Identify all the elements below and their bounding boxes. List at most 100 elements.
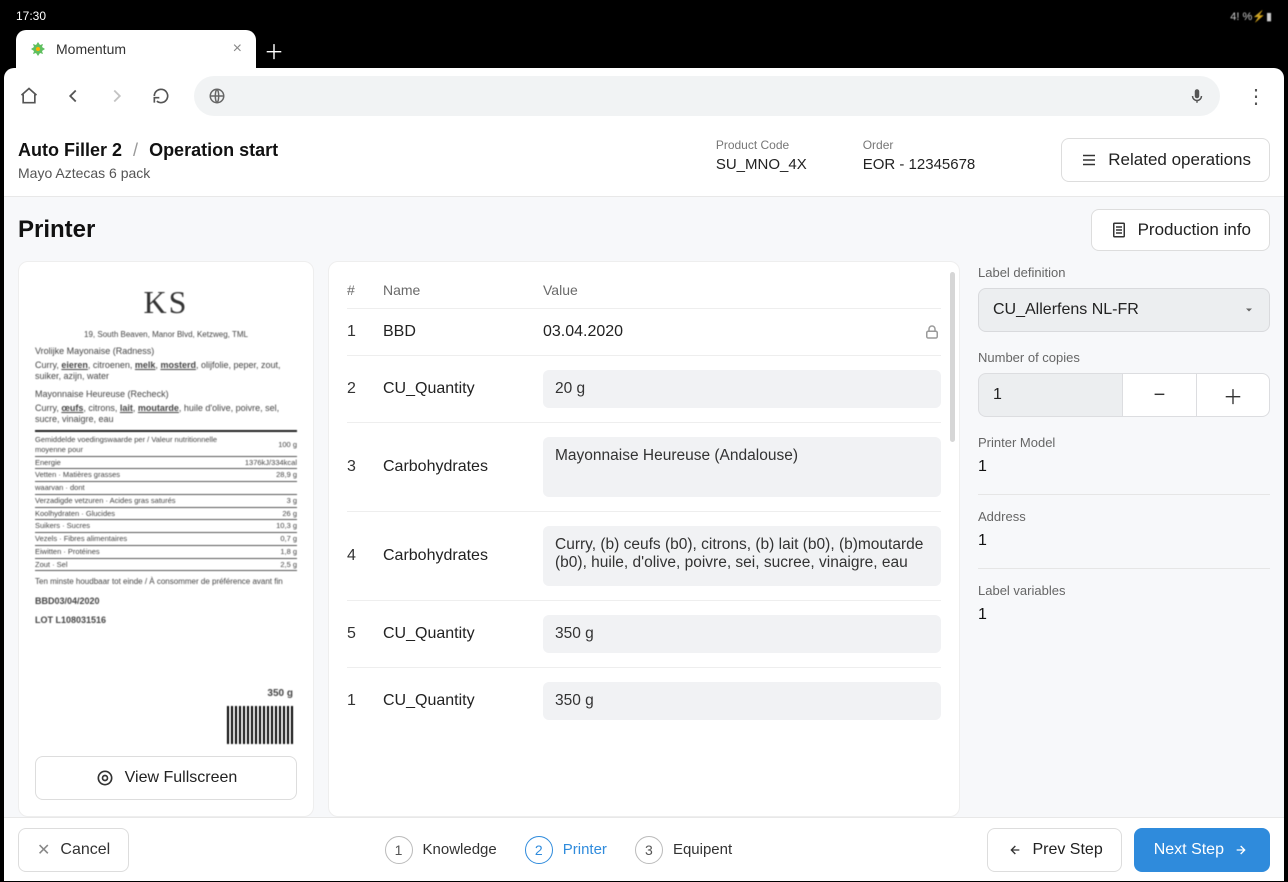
preview-ingr2: Curry, œufs, citrons, lait, moutarde, hu…: [35, 403, 297, 426]
row-name: CU_Quantity: [383, 380, 543, 398]
row-name: CU_Quantity: [383, 625, 543, 643]
copies-value[interactable]: 1: [978, 373, 1122, 417]
row-value-input[interactable]: Curry, (b) ceufs (b0), citrons, (b) lait…: [543, 526, 941, 586]
label-definition-value: CU_Allerfens NL-FR: [993, 301, 1139, 319]
next-step-label: Next Step: [1154, 841, 1224, 859]
step-label: Printer: [563, 841, 607, 858]
label-preview-card: KS 19, South Beaven, Manor Blvd, Ketzweg…: [18, 261, 314, 817]
document-icon: [1110, 221, 1128, 239]
table-row: 5 CU_Quantity 350 g: [347, 601, 941, 668]
chevron-down-icon: [1243, 304, 1255, 316]
reload-icon[interactable]: [150, 85, 172, 107]
close-icon: ✕: [37, 840, 50, 860]
preview-sect1: Vrolijke Mayonaise (Radness): [35, 346, 297, 358]
preview-weight: 350 g: [267, 687, 293, 700]
globe-icon: [208, 87, 226, 105]
preview-lot: LOT L108031516: [35, 615, 297, 627]
status-time: 17:30: [16, 9, 46, 23]
table-row: 1 CU_Quantity 350 g: [347, 668, 941, 734]
col-header-value: Value: [543, 282, 941, 298]
step-equipent[interactable]: 3 Equipent: [635, 836, 732, 864]
tab-title: Momentum: [56, 41, 126, 57]
view-fullscreen-label: View Fullscreen: [125, 769, 238, 787]
row-num: 3: [347, 458, 383, 476]
step-num: 3: [635, 836, 663, 864]
list-icon: [1080, 151, 1098, 169]
prev-step-label: Prev Step: [1032, 841, 1102, 859]
preview-address: 19, South Beaven, Manor Blvd, Ketzweg, T…: [35, 330, 297, 340]
back-icon[interactable]: [62, 85, 84, 107]
step-knowledge[interactable]: 1 Knowledge: [385, 836, 497, 864]
wizard-steps: 1 Knowledge 2 Printer 3 Equipent: [385, 836, 733, 864]
kebab-menu-icon[interactable]: ⋮: [1242, 84, 1270, 109]
row-num: 5: [347, 625, 383, 643]
favicon-icon: [30, 41, 46, 57]
address-value: 1: [978, 532, 1270, 550]
new-tab-button[interactable]: ＋: [256, 32, 292, 68]
table-row: 2 CU_Quantity 20 g: [347, 356, 941, 423]
row-num: 4: [347, 547, 383, 565]
device-statusbar: 17:30 4! %⚡▮: [4, 4, 1284, 28]
related-operations-label: Related operations: [1108, 150, 1251, 170]
col-header-num: #: [347, 282, 383, 298]
row-value-input[interactable]: Mayonnaise Heureuse (Andalouse): [543, 437, 941, 497]
breadcrumb-b: Operation start: [149, 140, 278, 160]
app-header: Auto Filler 2 / Operation start Mayo Azt…: [4, 124, 1284, 197]
eye-icon: [95, 768, 115, 788]
related-operations-button[interactable]: Related operations: [1061, 138, 1270, 182]
label-vars-label: Label variables: [978, 583, 1270, 598]
step-label: Equipent: [673, 841, 732, 858]
copies-minus-button[interactable]: −: [1122, 373, 1196, 417]
preview-sect2: Mayonnaise Heureuse (Recheck): [35, 389, 297, 401]
preview-nutrition-table: Gemiddelde voedingswaarde per / Valeur n…: [35, 434, 297, 571]
copies-label: Number of copies: [978, 350, 1270, 365]
section-title: Printer: [18, 216, 95, 244]
mic-icon[interactable]: [1188, 87, 1206, 105]
barcode-icon: [227, 706, 293, 744]
row-name: BBD: [383, 323, 543, 341]
next-step-button[interactable]: Next Step: [1134, 828, 1270, 872]
url-bar[interactable]: [194, 76, 1220, 116]
copies-stepper: 1 − ＋: [978, 373, 1270, 417]
table-row: 4 Carbohydrates Curry, (b) ceufs (b0), c…: [347, 512, 941, 601]
step-printer[interactable]: 2 Printer: [525, 836, 607, 864]
row-num: 1: [347, 692, 383, 710]
browser-tab[interactable]: Momentum ×: [16, 30, 256, 68]
home-icon[interactable]: [18, 85, 40, 107]
browser-toolbar: ⋮: [4, 68, 1284, 124]
production-info-label: Production info: [1138, 220, 1251, 240]
variables-table: # Name Value 1 BBD 03.04.2020 2: [328, 261, 960, 817]
step-num: 1: [385, 836, 413, 864]
row-num: 2: [347, 380, 383, 398]
status-indicators: 4! %⚡▮: [1230, 10, 1272, 23]
row-name: Carbohydrates: [383, 458, 543, 476]
preview-keep: Ten minste houdbaar tot einde / À consom…: [35, 577, 297, 587]
footer: ✕ Cancel 1 Knowledge 2 Printer 3 Equipen…: [4, 817, 1284, 881]
row-name: Carbohydrates: [383, 547, 543, 565]
order-value: EOR - 12345678: [863, 156, 976, 173]
product-code-label: Product Code: [716, 138, 807, 152]
production-info-button[interactable]: Production info: [1091, 209, 1270, 251]
label-definition-label: Label definition: [978, 265, 1270, 280]
label-definition-select[interactable]: CU_Allerfens NL-FR: [978, 288, 1270, 332]
prev-step-button[interactable]: Prev Step: [987, 828, 1121, 872]
copies-plus-button[interactable]: ＋: [1196, 373, 1270, 417]
product-code-value: SU_MNO_4X: [716, 156, 807, 173]
view-fullscreen-button[interactable]: View Fullscreen: [35, 756, 297, 800]
row-value-input[interactable]: 20 g: [543, 370, 941, 408]
tab-close-icon[interactable]: ×: [233, 40, 242, 58]
label-preview: KS 19, South Beaven, Manor Blvd, Ketzweg…: [35, 278, 297, 746]
row-value-input[interactable]: 350 g: [543, 682, 941, 720]
arrow-left-icon: [1006, 842, 1022, 858]
order-label: Order: [863, 138, 976, 152]
row-value: 03.04.2020: [543, 323, 915, 341]
cancel-button[interactable]: ✕ Cancel: [18, 828, 129, 872]
row-value-input[interactable]: 350 g: [543, 615, 941, 653]
lock-icon: [915, 323, 941, 341]
breadcrumb: Auto Filler 2 / Operation start: [18, 140, 278, 161]
step-label: Knowledge: [423, 841, 497, 858]
breadcrumb-a[interactable]: Auto Filler 2: [18, 140, 122, 160]
preview-bbd: BBD03/04/2020: [35, 596, 297, 608]
header-subtitle: Mayo Aztecas 6 pack: [18, 165, 278, 181]
table-row: 3 Carbohydrates Mayonnaise Heureuse (And…: [347, 423, 941, 512]
